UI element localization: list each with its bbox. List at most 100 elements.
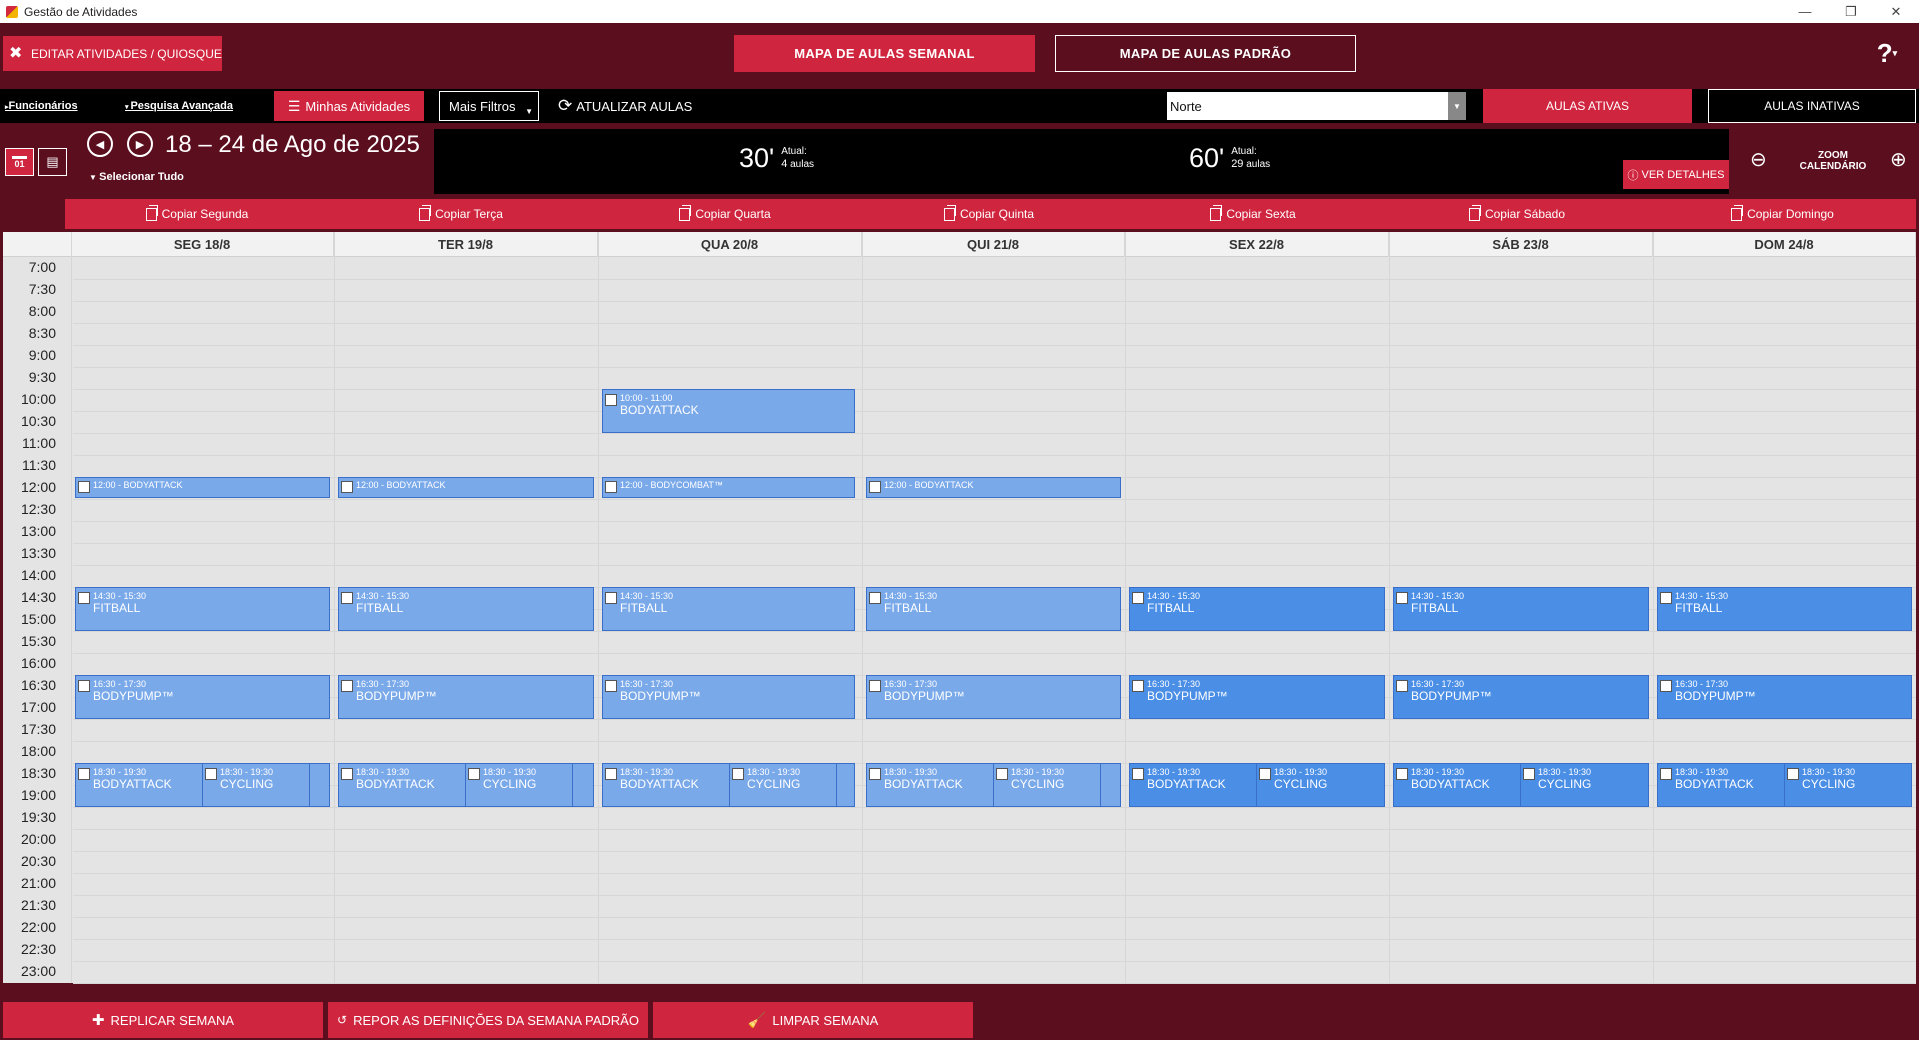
- event-checkbox[interactable]: [869, 680, 881, 692]
- event-sun-bodypump[interactable]: 16:30 - 17:30 BODYPUMP™: [1657, 675, 1912, 719]
- event-sat-fitball[interactable]: 14:30 - 15:30 FITBALL: [1393, 587, 1649, 631]
- event-checkbox[interactable]: [1259, 768, 1271, 780]
- minimize-icon[interactable]: —: [1782, 0, 1828, 23]
- event-checkbox[interactable]: [1787, 768, 1799, 780]
- event-checkbox[interactable]: [605, 680, 617, 692]
- standard-map-button[interactable]: MAPA DE AULAS PADRÃO: [1055, 35, 1356, 72]
- event-mon-fitball[interactable]: 14:30 - 15:30 FITBALL: [75, 587, 330, 631]
- event-checkbox[interactable]: [341, 481, 353, 493]
- event-wed-1000[interactable]: 10:00 - 11:00 BODYATTACK: [602, 389, 855, 433]
- time-label: 10:00: [20, 391, 56, 407]
- event-checkbox[interactable]: [605, 481, 617, 493]
- event-wed-bodypump[interactable]: 16:30 - 17:30 BODYPUMP™: [602, 675, 855, 719]
- event-checkbox[interactable]: [1660, 768, 1672, 780]
- event-checkbox[interactable]: [78, 680, 90, 692]
- event-checkbox[interactable]: [341, 680, 353, 692]
- event-checkbox[interactable]: [341, 768, 353, 780]
- edit-activities-button[interactable]: ✖ EDITAR ATIVIDADES / QUIOSQUE: [3, 36, 222, 71]
- reset-standard-week-button[interactable]: ↺ REPOR AS DEFINIÇÕES DA SEMANA PADRÃO: [328, 1002, 648, 1038]
- copy-tuesday-button[interactable]: Copiar Terça: [329, 199, 593, 229]
- copy-monday-label: Copiar Segunda: [161, 207, 249, 221]
- restore-icon[interactable]: ❐: [1828, 0, 1874, 23]
- copy-monday-button[interactable]: Copiar Segunda: [65, 199, 329, 229]
- event-time: 16:30 - 17:30: [1147, 679, 1201, 689]
- list-view-icon[interactable]: ▤: [38, 148, 67, 176]
- event-checkbox[interactable]: [869, 481, 881, 493]
- event-tue-bodypump[interactable]: 16:30 - 17:30 BODYPUMP™: [338, 675, 594, 719]
- day-column-divider: [71, 232, 72, 983]
- event-divider: [993, 764, 994, 806]
- event-checkbox[interactable]: [1132, 768, 1144, 780]
- event-mon-1200[interactable]: 12:00 - BODYATTACK: [75, 477, 330, 498]
- event-thu-1200[interactable]: 12:00 - BODYATTACK: [866, 477, 1121, 498]
- event-fri-evening[interactable]: 18:30 - 19:30 BODYATTACK 18:30 - 19:30 CYC…: [1129, 763, 1385, 807]
- weekly-map-button[interactable]: MAPA DE AULAS SEMANAL: [734, 35, 1035, 72]
- event-checkbox[interactable]: [605, 592, 617, 604]
- event-checkbox[interactable]: [468, 768, 480, 780]
- event-fri-fitball[interactable]: 14:30 - 15:30 FITBALL: [1129, 587, 1385, 631]
- event-mon-evening[interactable]: 18:30 - 19:30 BODYATTACK 18:30 - 19:30 CYC…: [75, 763, 330, 807]
- event-checkbox[interactable]: [341, 592, 353, 604]
- zoom-in-icon[interactable]: ⊕: [1890, 147, 1907, 172]
- time-label: 13:30: [20, 545, 56, 561]
- event-tue-evening[interactable]: 18:30 - 19:30 BODYATTACK 18:30 - 19:30 CYC…: [338, 763, 594, 807]
- event-wed-fitball[interactable]: 14:30 - 15:30 FITBALL: [602, 587, 855, 631]
- region-select[interactable]: Norte ▼: [1167, 92, 1466, 120]
- event-checkbox[interactable]: [732, 768, 744, 780]
- funcionarios-link[interactable]: ▸Funcionários: [5, 100, 78, 112]
- event-wed-1200[interactable]: 12:00 - BODYCOMBAT™: [602, 477, 855, 498]
- event-mon-bodypump[interactable]: 16:30 - 17:30 BODYPUMP™: [75, 675, 330, 719]
- event-checkbox[interactable]: [1396, 680, 1408, 692]
- event-thu-fitball[interactable]: 14:30 - 15:30 FITBALL: [866, 587, 1121, 631]
- event-sat-evening[interactable]: 18:30 - 19:30 BODYATTACK 18:30 - 19:30 CYC…: [1393, 763, 1649, 807]
- event-sat-bodypump[interactable]: 16:30 - 17:30 BODYPUMP™: [1393, 675, 1649, 719]
- event-checkbox[interactable]: [869, 592, 881, 604]
- copy-sunday-button[interactable]: Copiar Domingo: [1649, 199, 1916, 229]
- event-tue-1200[interactable]: 12:00 - BODYATTACK: [338, 477, 594, 498]
- event-thu-evening[interactable]: 18:30 - 19:30 BODYATTACK 18:30 - 19:30 CYC…: [866, 763, 1121, 807]
- event-checkbox[interactable]: [1396, 592, 1408, 604]
- copy-wednesday-button[interactable]: Copiar Quarta: [593, 199, 857, 229]
- event-checkbox[interactable]: [1396, 768, 1408, 780]
- event-checkbox[interactable]: [78, 481, 90, 493]
- my-activities-button[interactable]: ☰ Minhas Atividades: [274, 91, 424, 121]
- next-week-icon[interactable]: ▶: [127, 131, 153, 157]
- inactive-classes-button[interactable]: AULAS INATIVAS: [1708, 89, 1916, 123]
- event-checkbox[interactable]: [869, 768, 881, 780]
- copy-thursday-button[interactable]: Copiar Quinta: [857, 199, 1121, 229]
- chevron-down-icon[interactable]: ▼: [1448, 92, 1466, 120]
- event-checkbox[interactable]: [78, 768, 90, 780]
- refresh-classes-button[interactable]: ⟳ ATUALIZAR AULAS: [558, 91, 692, 121]
- event-wed-evening[interactable]: 18:30 - 19:30 BODYATTACK 18:30 - 19:30 CYC…: [602, 763, 855, 807]
- active-classes-button[interactable]: AULAS ATIVAS: [1483, 89, 1692, 123]
- copy-friday-button[interactable]: Copiar Sexta: [1121, 199, 1385, 229]
- event-checkbox[interactable]: [1132, 592, 1144, 604]
- event-checkbox[interactable]: [996, 768, 1008, 780]
- event-tue-fitball[interactable]: 14:30 - 15:30 FITBALL: [338, 587, 594, 631]
- event-checkbox[interactable]: [78, 592, 90, 604]
- event-checkbox[interactable]: [1523, 768, 1535, 780]
- event-sun-evening[interactable]: 18:30 - 19:30 BODYATTACK 18:30 - 19:30 CYC…: [1657, 763, 1912, 807]
- event-checkbox[interactable]: [205, 768, 217, 780]
- select-all-toggle[interactable]: ▼ Selecionar Tudo: [89, 171, 184, 183]
- close-icon[interactable]: ✕: [1873, 0, 1919, 23]
- help-icon[interactable]: ?▾: [1872, 38, 1902, 68]
- zoom-out-icon[interactable]: ⊖: [1750, 147, 1767, 172]
- view-details-button[interactable]: ⓘ VER DETALHES: [1623, 160, 1729, 189]
- advanced-search-link[interactable]: ▾ Pesquisa Avançada: [125, 100, 233, 112]
- event-checkbox[interactable]: [1660, 592, 1672, 604]
- event-checkbox[interactable]: [605, 768, 617, 780]
- event-checkbox[interactable]: [1660, 680, 1672, 692]
- event-fri-bodypump[interactable]: 16:30 - 17:30 BODYPUMP™: [1129, 675, 1385, 719]
- event-checkbox[interactable]: [605, 394, 617, 406]
- event-sun-fitball[interactable]: 14:30 - 15:30 FITBALL: [1657, 587, 1912, 631]
- calendar-icon[interactable]: 01: [5, 148, 34, 176]
- clear-week-button[interactable]: 🧹 LIMPAR SEMANA: [653, 1002, 973, 1038]
- event-thu-bodypump[interactable]: 16:30 - 17:30 BODYPUMP™: [866, 675, 1121, 719]
- more-filters-dropdown[interactable]: Mais Filtros ▼: [439, 91, 539, 121]
- replicate-week-button[interactable]: ✚ REPLICAR SEMANA: [3, 1002, 323, 1038]
- event-checkbox[interactable]: [1132, 680, 1144, 692]
- copy-saturday-button[interactable]: Copiar Sábado: [1385, 199, 1649, 229]
- stat-30min: 30' Atual: 4 aulas: [739, 143, 814, 174]
- previous-week-icon[interactable]: ◀: [87, 131, 113, 157]
